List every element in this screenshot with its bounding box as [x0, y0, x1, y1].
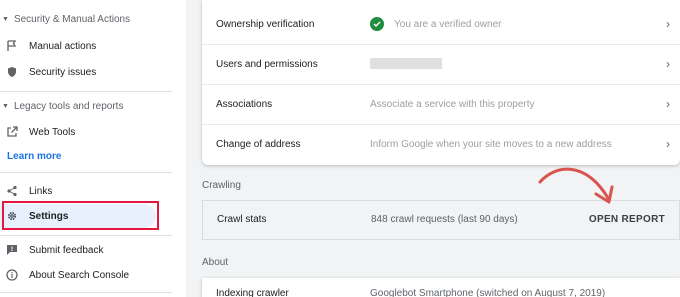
links-icon: [5, 184, 19, 198]
section-label: Security & Manual Actions: [13, 14, 131, 25]
learn-more-link[interactable]: Learn more: [7, 151, 61, 162]
info-icon: [5, 268, 19, 282]
about-section-title: About: [202, 257, 229, 268]
divider: [0, 292, 172, 293]
row-associations[interactable]: Associations Associate a service with th…: [202, 84, 680, 124]
sidebar-item-web-tools[interactable]: Web Tools: [0, 120, 156, 144]
indexing-crawler-value: Googlebot Smartphone (switched on August…: [370, 288, 606, 297]
gear-icon: [5, 209, 19, 223]
sidebar-item-label: Manual actions: [29, 40, 97, 52]
sidebar-item-manual-actions[interactable]: Manual actions: [0, 34, 156, 58]
row-label: Change of address: [216, 138, 301, 150]
divider: [0, 172, 172, 173]
sidebar-item-label: About Search Console: [29, 269, 130, 281]
crawl-stats-row: Crawl stats 848 crawl requests (last 90 …: [202, 200, 680, 240]
chevron-down-icon: ▼: [2, 16, 9, 23]
divider: [0, 91, 172, 92]
external-link-icon: [5, 125, 19, 139]
chevron-right-icon: ›: [666, 17, 670, 31]
sidebar-item-label: Links: [29, 185, 53, 197]
chevron-right-icon: ›: [666, 137, 670, 151]
sidebar-item-settings[interactable]: Settings: [0, 204, 156, 228]
redacted-value: [370, 58, 442, 69]
sidebar-item-label: Submit feedback: [29, 244, 104, 256]
crawl-stats-value: 848 crawl requests (last 90 days): [371, 214, 518, 225]
chevron-right-icon: ›: [666, 97, 670, 111]
sidebar: ▼ Security & Manual Actions Manual actio…: [0, 0, 172, 297]
sidebar-item-security-issues[interactable]: Security issues: [0, 60, 156, 84]
feedback-icon: [5, 243, 19, 257]
crawling-section-title: Crawling: [202, 180, 241, 191]
row-value: Inform Google when your site moves to a …: [370, 138, 612, 150]
row-ownership-verification[interactable]: Ownership verification You are a verifie…: [202, 4, 680, 44]
row-value: Associate a service with this property: [370, 98, 535, 110]
indexing-crawler-label: Indexing crawler: [216, 288, 289, 297]
sidebar-item-label: Settings: [29, 210, 69, 222]
chevron-down-icon: ▼: [2, 103, 9, 110]
sidebar-item-submit-feedback[interactable]: Submit feedback: [0, 238, 156, 262]
sidebar-item-label: Web Tools: [29, 126, 76, 138]
row-value: You are a verified owner: [370, 17, 501, 31]
flag-icon: [5, 39, 19, 53]
crawl-stats-label: Crawl stats: [217, 214, 267, 225]
divider: [0, 235, 172, 236]
settings-card: Ownership verification You are a verifie…: [202, 0, 680, 165]
chevron-right-icon: ›: [666, 57, 670, 71]
row-label: Ownership verification: [216, 18, 315, 30]
verified-text: You are a verified owner: [394, 18, 502, 30]
section-security-manual-actions[interactable]: ▼ Security & Manual Actions: [2, 14, 130, 25]
sidebar-item-links[interactable]: Links: [0, 179, 156, 203]
sidebar-item-about[interactable]: About Search Console: [0, 263, 156, 287]
sidebar-item-label: Security issues: [29, 66, 97, 78]
check-icon: [370, 17, 384, 31]
row-users-permissions[interactable]: Users and permissions ›: [202, 44, 680, 84]
open-report-button[interactable]: OPEN REPORT: [589, 214, 665, 225]
indexing-crawler-row: Indexing crawler Googlebot Smartphone (s…: [202, 278, 680, 297]
row-label: Associations: [216, 98, 273, 110]
row-change-of-address[interactable]: Change of address Inform Google when you…: [202, 124, 680, 164]
section-legacy-tools[interactable]: ▼ Legacy tools and reports: [2, 101, 123, 112]
row-label: Users and permissions: [216, 58, 318, 70]
shield-icon: [5, 65, 19, 79]
main-content: Ownership verification You are a verifie…: [186, 0, 680, 297]
section-label: Legacy tools and reports: [13, 101, 124, 112]
